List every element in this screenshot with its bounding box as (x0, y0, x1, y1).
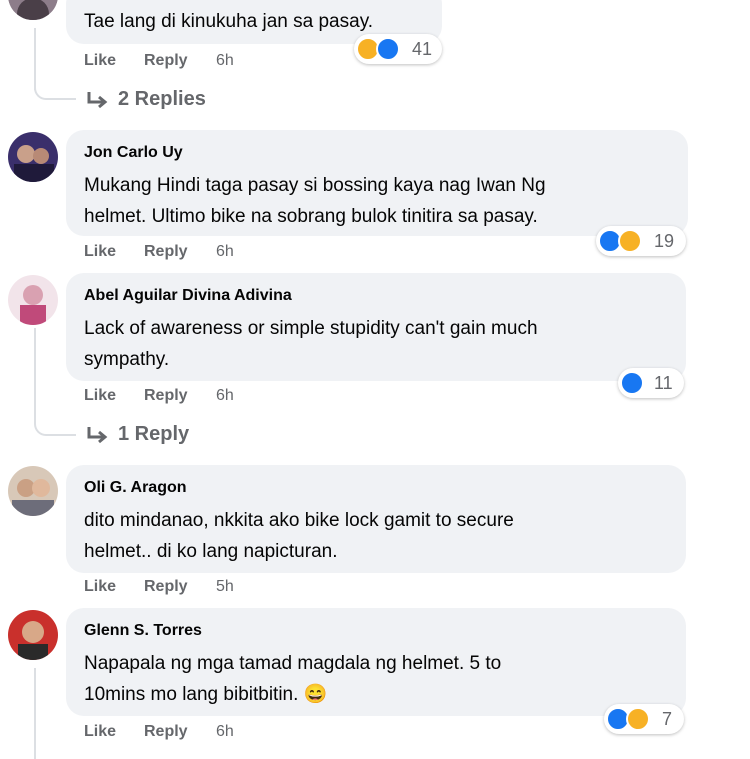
reaction-count: 7 (662, 709, 673, 729)
like-button[interactable]: Like (84, 243, 116, 261)
comment-author[interactable]: Oli G. Aragon (84, 479, 187, 497)
thread-line (34, 668, 36, 759)
comment-text: helmet.. di ko lang napicturan. (84, 541, 338, 562)
comment-text: Napapala ng mga tamad magdala ng helmet.… (84, 653, 502, 674)
timestamp[interactable]: 6h (216, 52, 234, 70)
like-button[interactable]: Like (84, 52, 116, 70)
haha-icon (626, 707, 650, 731)
reaction-count: 19 (654, 231, 675, 251)
thread-line (34, 28, 36, 90)
reply-button[interactable]: Reply (144, 52, 188, 70)
comment-text: Lack of awareness or simple stupidity ca… (84, 318, 538, 339)
reply-button[interactable]: Reply (144, 387, 188, 405)
timestamp[interactable]: 6h (216, 723, 234, 741)
timestamp[interactable]: 6h (216, 387, 234, 405)
like-button[interactable]: Like (84, 578, 116, 596)
like-icon (376, 37, 400, 61)
reaction-summary[interactable]: 7 (604, 704, 684, 734)
reply-button[interactable]: Reply (144, 578, 188, 596)
reply-connector (34, 88, 76, 100)
replies-count-label: 2 Replies (118, 88, 206, 110)
avatar[interactable] (8, 610, 58, 660)
like-button[interactable]: Like (84, 387, 116, 405)
comment-author[interactable]: Glenn S. Torres (84, 622, 202, 640)
replies-count-label: 1 Reply (118, 423, 190, 445)
reaction-summary[interactable]: 41 (354, 34, 442, 64)
comment-bubble: Glenn S. Torres Napapala ng mga tamad ma… (66, 608, 686, 716)
haha-icon (618, 229, 642, 253)
comment-text: Mukang Hindi taga pasay si bossing kaya … (84, 175, 546, 196)
comment-text: dito mindanao, nkkita ako bike lock gami… (84, 510, 514, 531)
thread-line (34, 328, 36, 424)
like-button[interactable]: Like (84, 723, 116, 741)
comment-author[interactable]: Abel Aguilar Divina Adivina (84, 287, 292, 305)
reply-button[interactable]: Reply (144, 243, 188, 261)
timestamp[interactable]: 5h (216, 578, 234, 596)
comment-text: helmet. Ultimo bike na sobrang bulok tin… (84, 206, 538, 227)
comment-author[interactable]: Jon Carlo Uy (84, 144, 183, 162)
reaction-count: 41 (412, 39, 433, 59)
comment-bubble: Abel Aguilar Divina Adivina Lack of awar… (66, 273, 686, 381)
timestamp[interactable]: 6h (216, 243, 234, 261)
avatar[interactable] (8, 0, 58, 20)
reply-button[interactable]: Reply (144, 723, 188, 741)
reaction-summary[interactable]: 11 (618, 368, 684, 398)
reaction-summary[interactable]: 19 (596, 226, 686, 256)
reply-arrow-icon (86, 91, 108, 115)
comment-text: 10mins mo lang bibitbitin. 😄 (84, 684, 328, 705)
comment-bubble: Jon Carlo Uy Mukang Hindi taga pasay si … (66, 130, 688, 236)
comment-text: sympathy. (84, 349, 170, 370)
reaction-count: 11 (654, 373, 673, 393)
avatar[interactable] (8, 132, 58, 182)
avatar[interactable] (8, 275, 58, 325)
avatar[interactable] (8, 466, 58, 516)
reply-connector (34, 424, 76, 436)
reply-arrow-icon (86, 426, 108, 450)
comment-text: Tae lang di kinukuha jan sa pasay. (84, 11, 374, 32)
comment-bubble: Oli G. Aragon dito mindanao, nkkita ako … (66, 465, 686, 573)
like-icon (620, 371, 644, 395)
